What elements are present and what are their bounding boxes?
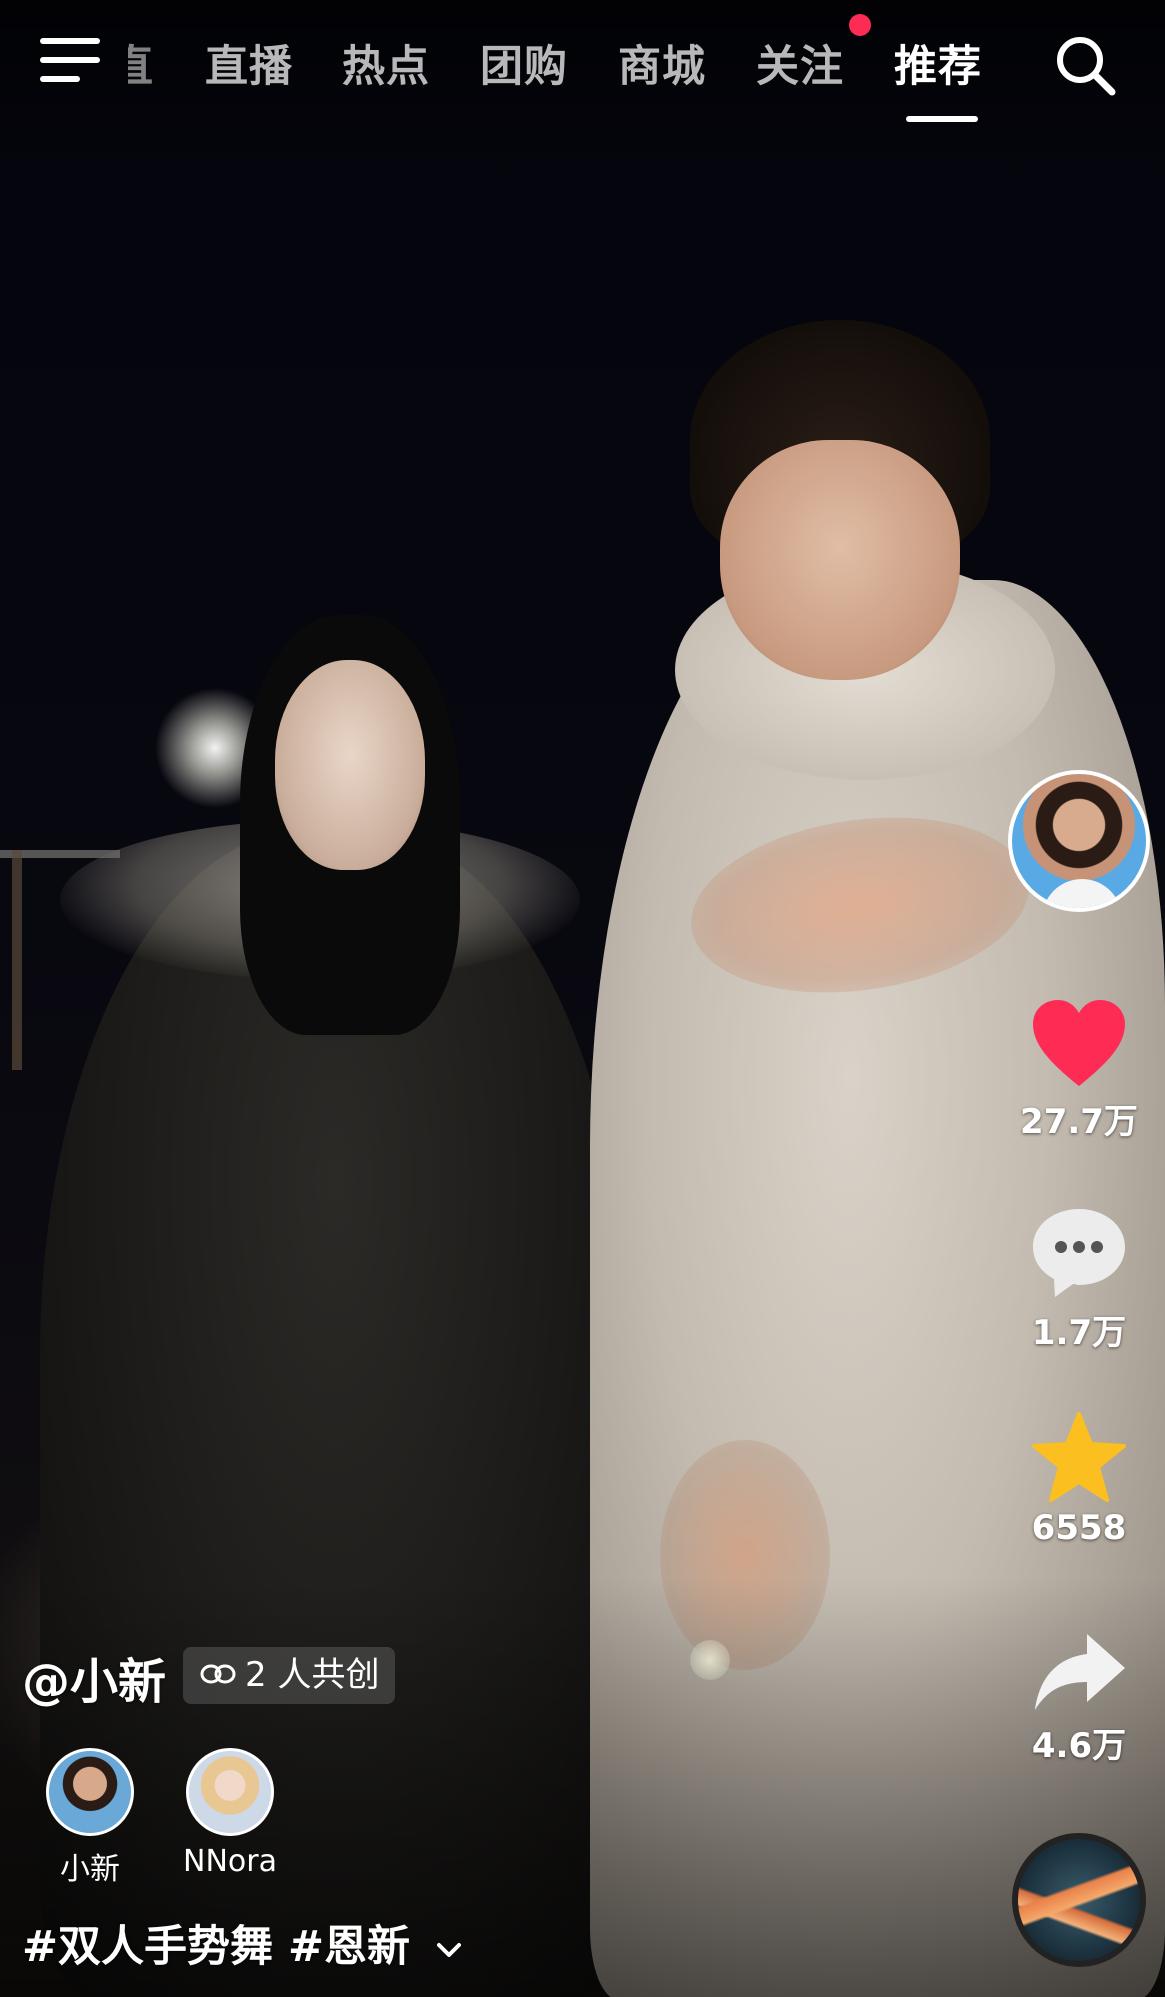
hamburger-menu-icon[interactable] xyxy=(40,36,102,86)
notification-dot xyxy=(849,14,871,36)
tab-live[interactable]: 直播 xyxy=(205,32,293,94)
creator-name: NNora xyxy=(183,1844,277,1879)
author-name[interactable]: @小新 xyxy=(22,1642,166,1712)
top-navigation: 直 直播 热点 团购 商城 关注 推荐 xyxy=(0,14,1165,122)
comment-bubble-icon xyxy=(1033,1209,1125,1297)
active-tab-indicator xyxy=(906,116,978,122)
heart-icon xyxy=(1033,1000,1125,1086)
share-arrow-icon xyxy=(1035,1634,1125,1710)
creator-avatar xyxy=(46,1748,134,1836)
hashtag-line: #双人手势舞 #恩新 xyxy=(22,1912,463,1974)
avatar[interactable] xyxy=(1008,770,1150,912)
tab-partial[interactable]: 直 xyxy=(128,32,158,94)
hashtag[interactable]: #双人手势舞 xyxy=(22,1922,273,1972)
man-face xyxy=(720,440,960,680)
like-button[interactable]: 27.7万 xyxy=(1000,998,1158,1143)
favorite-button[interactable]: 6558 xyxy=(1000,1410,1158,1548)
comment-button[interactable]: 1.7万 xyxy=(1000,1205,1158,1354)
video-feed-screen[interactable]: 直 直播 热点 团购 商城 关注 推荐 27.7万 1.7万 6558 4.6万… xyxy=(0,0,1165,1997)
hashtag[interactable]: #恩新 xyxy=(288,1922,410,1972)
tab-mall[interactable]: 商城 xyxy=(618,32,706,94)
tab-following[interactable]: 关注 xyxy=(756,32,844,94)
co-create-badge[interactable]: 2 人共创 xyxy=(183,1647,396,1704)
tab-hot[interactable]: 热点 xyxy=(342,32,430,94)
like-count: 27.7万 xyxy=(1020,1102,1138,1142)
tab-group-buy[interactable]: 团购 xyxy=(480,32,568,94)
fence-post xyxy=(12,850,22,1070)
comment-count: 1.7万 xyxy=(1031,1313,1127,1353)
creator-name: 小新 xyxy=(60,1852,120,1887)
search-icon[interactable] xyxy=(1050,30,1120,100)
woman-face xyxy=(275,660,425,870)
co-create-label: 2 人共创 xyxy=(245,1655,380,1695)
share-count: 4.6万 xyxy=(1031,1726,1127,1766)
share-button[interactable]: 4.6万 xyxy=(1000,1630,1158,1767)
link-icon xyxy=(200,1664,236,1683)
music-disc[interactable] xyxy=(1012,1833,1146,1967)
creator-avatar xyxy=(186,1748,274,1836)
avatar-shirt xyxy=(1042,879,1122,908)
star-icon xyxy=(1032,1412,1126,1502)
chevron-down-icon[interactable] xyxy=(435,1940,463,1960)
favorite-count: 6558 xyxy=(1031,1508,1127,1548)
creator-item[interactable]: 小新 xyxy=(20,1748,160,1888)
tab-recommend[interactable]: 推荐 xyxy=(894,32,982,94)
creator-item[interactable]: NNora xyxy=(160,1748,300,1879)
